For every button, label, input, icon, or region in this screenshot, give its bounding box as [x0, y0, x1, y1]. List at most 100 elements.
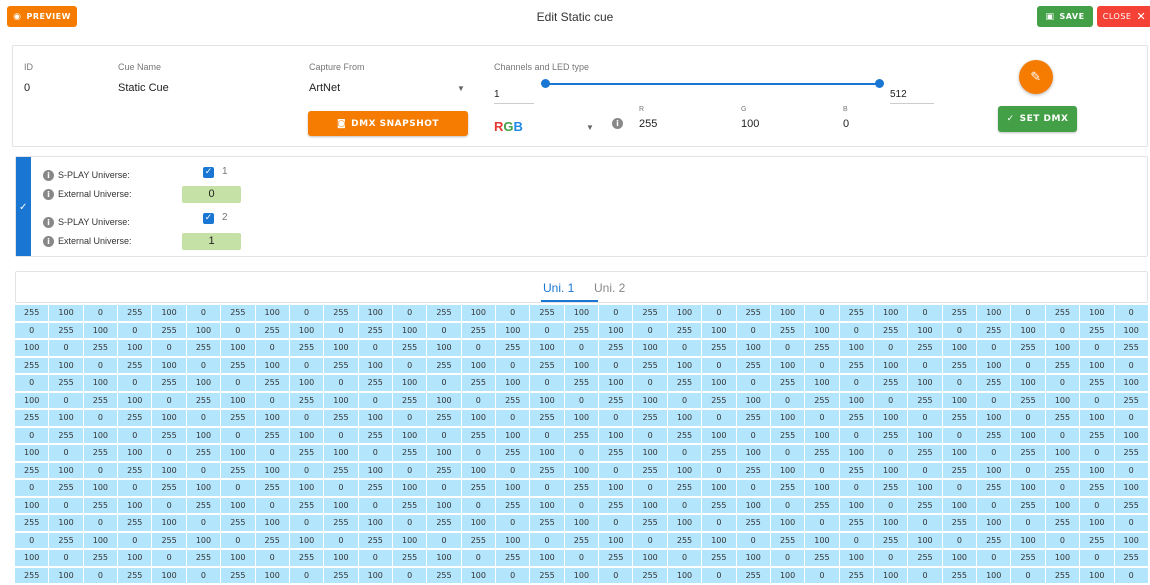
dmx-cell[interactable]: 255	[736, 567, 770, 583]
dmx-cell[interactable]: 0	[805, 515, 839, 531]
dmx-cell[interactable]: 0	[839, 532, 873, 548]
dmx-cell[interactable]: 100	[908, 375, 942, 391]
dmx-cell[interactable]: 0	[908, 357, 942, 373]
dmx-cell[interactable]: 100	[1080, 305, 1114, 321]
dmx-cell[interactable]: 100	[392, 375, 427, 391]
dmx-cell[interactable]: 100	[736, 392, 770, 408]
dmx-cell[interactable]: 255	[599, 340, 633, 356]
dmx-cell[interactable]: 255	[152, 480, 186, 496]
dmx-cell[interactable]: 255	[908, 392, 942, 408]
dmx-cell[interactable]: 0	[564, 497, 599, 513]
dmx-cell[interactable]: 0	[873, 497, 908, 513]
dmx-cell[interactable]: 0	[392, 515, 427, 531]
dmx-cell[interactable]: 255	[702, 445, 736, 461]
dmx-cell[interactable]: 255	[461, 322, 496, 338]
dmx-cell[interactable]: 255	[633, 357, 667, 373]
dmx-cell[interactable]: 100	[530, 497, 564, 513]
led-type-select[interactable]: RGB	[494, 119, 523, 134]
dmx-cell[interactable]: 100	[942, 550, 977, 566]
dmx-cell[interactable]: 255	[633, 305, 667, 321]
channel-end-input[interactable]: 512	[890, 89, 907, 100]
dmx-cell[interactable]: 0	[255, 497, 289, 513]
dmx-cell[interactable]: 0	[873, 445, 908, 461]
dmx-cell[interactable]: 0	[908, 567, 942, 583]
dmx-cell[interactable]: 100	[873, 410, 908, 426]
dmx-cell[interactable]: 255	[702, 550, 736, 566]
dmx-cell[interactable]: 255	[427, 567, 461, 583]
dmx-cell[interactable]: 255	[358, 322, 392, 338]
dmx-cell[interactable]: 0	[392, 462, 427, 478]
dmx-cell[interactable]: 0	[186, 515, 221, 531]
r-input[interactable]: 255	[639, 118, 657, 130]
dmx-cell[interactable]: 0	[633, 532, 667, 548]
dmx-cell[interactable]: 255	[770, 532, 805, 548]
dmx-cell[interactable]: 255	[358, 480, 392, 496]
dmx-cell[interactable]: 255	[770, 480, 805, 496]
dmx-cell[interactable]: 255	[289, 340, 324, 356]
dmx-cell[interactable]: 100	[908, 427, 942, 443]
dmx-cell[interactable]: 100	[702, 427, 736, 443]
dmx-cell[interactable]: 0	[49, 497, 83, 513]
dmx-cell[interactable]: 100	[1011, 322, 1045, 338]
dmx-cell[interactable]: 0	[461, 445, 496, 461]
dmx-cell[interactable]: 255	[324, 410, 358, 426]
dmx-cell[interactable]: 255	[736, 357, 770, 373]
dmx-cell[interactable]: 255	[1080, 427, 1114, 443]
dmx-cell[interactable]: 255	[427, 462, 461, 478]
dmx-cell[interactable]: 0	[633, 427, 667, 443]
dmx-cell[interactable]: 100	[83, 532, 118, 548]
dmx-cell[interactable]: 0	[564, 392, 599, 408]
dmx-cell[interactable]: 100	[667, 515, 702, 531]
dmx-cell[interactable]: 100	[221, 340, 255, 356]
dmx-cell[interactable]: 255	[873, 322, 908, 338]
dmx-cell[interactable]: 255	[83, 392, 118, 408]
dmx-cell[interactable]: 0	[839, 427, 873, 443]
dmx-cell[interactable]: 255	[221, 305, 255, 321]
dmx-cell[interactable]: 100	[770, 515, 805, 531]
dmx-cell[interactable]: 255	[152, 532, 186, 548]
dmx-cell[interactable]: 0	[324, 427, 358, 443]
dmx-cell[interactable]: 255	[839, 515, 873, 531]
external-universe-input[interactable]: 0	[182, 186, 241, 203]
dmx-cell[interactable]: 100	[1080, 410, 1114, 426]
dmx-cell[interactable]: 0	[599, 462, 633, 478]
dmx-cell[interactable]: 0	[49, 392, 83, 408]
dmx-cell[interactable]: 100	[564, 357, 599, 373]
dmx-cell[interactable]: 0	[83, 567, 118, 583]
dmx-cell[interactable]: 100	[427, 392, 461, 408]
dmx-cell[interactable]: 0	[805, 305, 839, 321]
dmx-cell[interactable]: 255	[805, 340, 839, 356]
dmx-cell[interactable]: 0	[186, 357, 221, 373]
dmx-cell[interactable]: 255	[908, 340, 942, 356]
dmx-cell[interactable]: 0	[942, 532, 977, 548]
dmx-cell[interactable]: 100	[496, 322, 530, 338]
dmx-cell[interactable]: 255	[461, 427, 496, 443]
dmx-cell[interactable]: 255	[461, 375, 496, 391]
dmx-cell[interactable]: 100	[702, 480, 736, 496]
dmx-cell[interactable]: 100	[255, 305, 289, 321]
dmx-cell[interactable]: 0	[152, 445, 186, 461]
dmx-cell[interactable]: 255	[152, 375, 186, 391]
dmx-cell[interactable]: 100	[599, 322, 633, 338]
dmx-cell[interactable]: 255	[942, 305, 977, 321]
dmx-cell[interactable]: 100	[530, 340, 564, 356]
dmx-cell[interactable]: 255	[530, 357, 564, 373]
dmx-cell[interactable]: 0	[942, 427, 977, 443]
dmx-cell[interactable]: 100	[15, 340, 49, 356]
dmx-cell[interactable]: 255	[152, 322, 186, 338]
dmx-cell[interactable]: 0	[530, 375, 564, 391]
dmx-cell[interactable]: 0	[736, 322, 770, 338]
dmx-cell[interactable]: 100	[702, 375, 736, 391]
dmx-cell[interactable]: 255	[83, 445, 118, 461]
dmx-cell[interactable]: 100	[564, 567, 599, 583]
dmx-cell[interactable]: 0	[427, 532, 461, 548]
dmx-cell[interactable]: 100	[564, 410, 599, 426]
dmx-cell[interactable]: 100	[152, 410, 186, 426]
dmx-cell[interactable]: 255	[255, 322, 289, 338]
dmx-cell[interactable]: 255	[633, 462, 667, 478]
dmx-cell[interactable]: 0	[942, 375, 977, 391]
dmx-cell[interactable]: 255	[1011, 392, 1045, 408]
dmx-cell[interactable]: 255	[15, 305, 49, 321]
universe-sidebar[interactable]: ✓	[16, 157, 31, 256]
dmx-cell[interactable]: 100	[1011, 375, 1045, 391]
